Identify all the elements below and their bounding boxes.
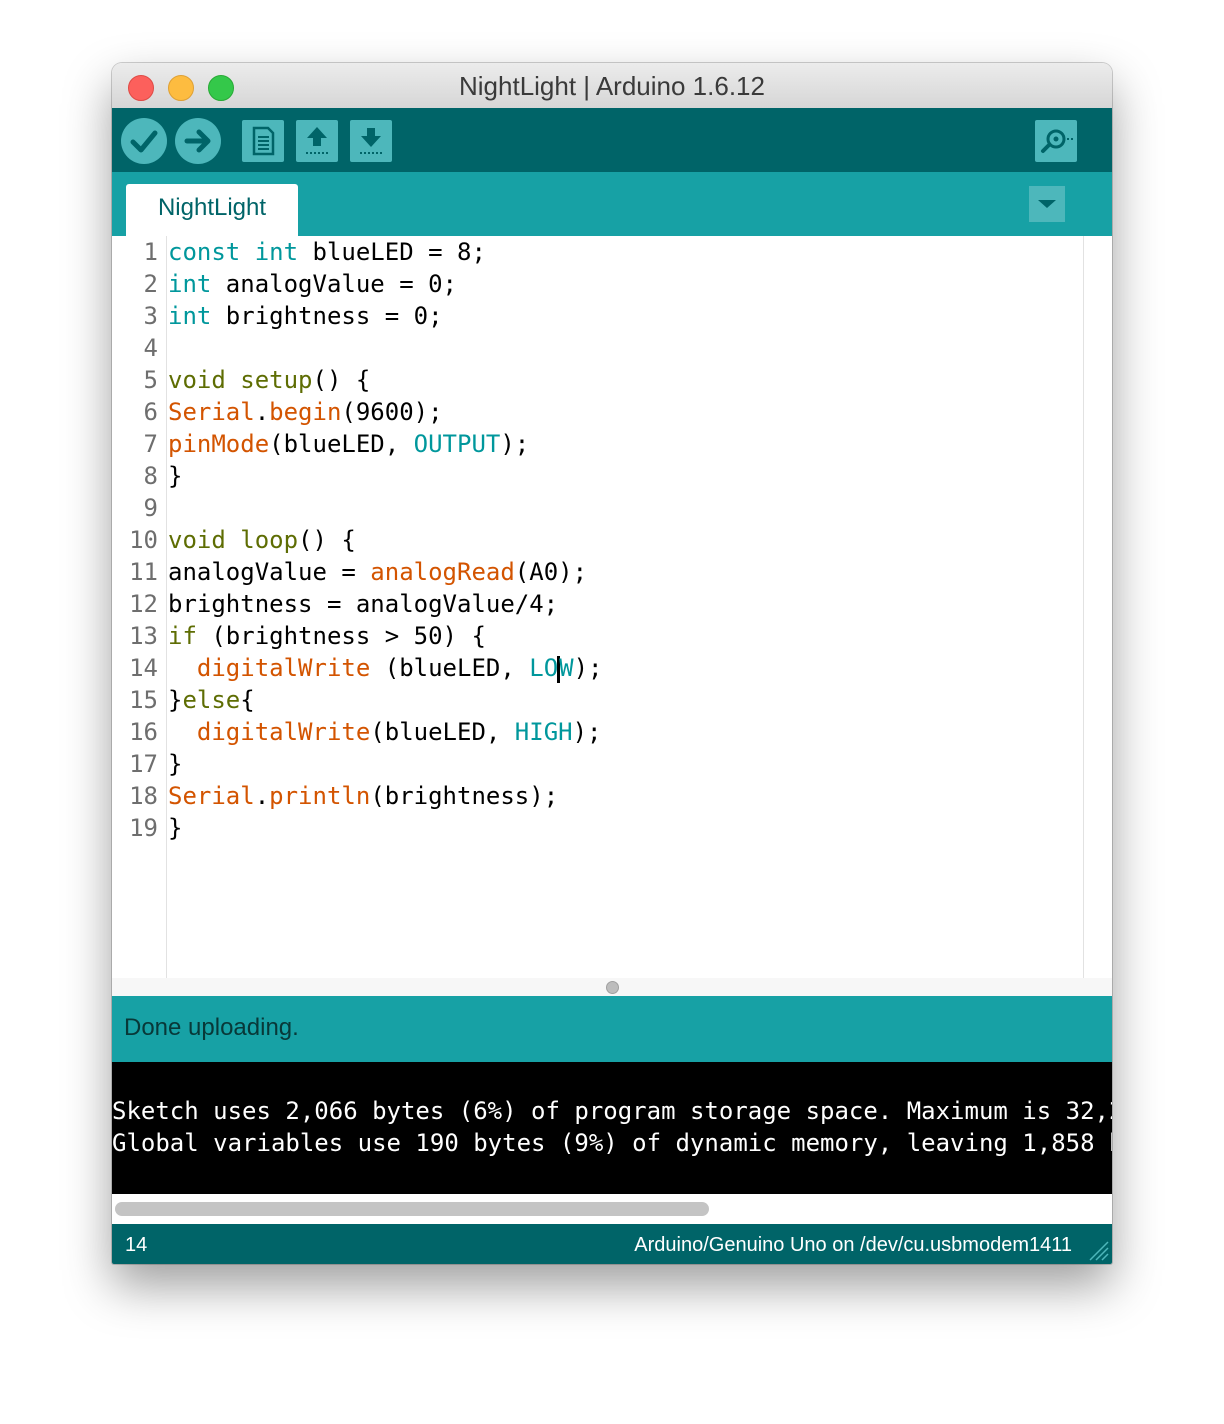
document-icon bbox=[252, 126, 275, 156]
resize-grip-icon[interactable] bbox=[1086, 1238, 1110, 1262]
splitter-handle[interactable] bbox=[606, 981, 619, 994]
window-title: NightLight | Arduino 1.6.12 bbox=[459, 71, 765, 101]
tab-nightlight[interactable]: NightLight bbox=[126, 184, 298, 236]
title-bar: NightLight | Arduino 1.6.12 bbox=[112, 63, 1112, 109]
line-number: 10 bbox=[129, 526, 158, 554]
line-number: 5 bbox=[143, 366, 158, 394]
console-line: Sketch uses 2,066 bytes (6%) of program … bbox=[112, 1097, 1112, 1125]
code-line: digitalWrite (blueLED, LOW); bbox=[196, 654, 603, 683]
current-line-number: 14 bbox=[125, 1234, 148, 1256]
code-line: const int blueLED = 8; bbox=[168, 238, 486, 266]
magnifier-icon bbox=[1041, 129, 1073, 153]
code-line: int analogValue = 0; bbox=[168, 270, 457, 298]
line-number: 2 bbox=[143, 270, 158, 298]
toolbar bbox=[112, 108, 1112, 172]
line-number: 4 bbox=[143, 334, 158, 362]
serial-monitor-button[interactable] bbox=[1035, 120, 1077, 162]
line-number: 19 bbox=[129, 814, 158, 842]
console-horizontal-scrollbar[interactable] bbox=[112, 1194, 1112, 1224]
code-line: digitalWrite(blueLED, HIGH); bbox=[196, 718, 602, 746]
code-line: void loop() { bbox=[168, 526, 356, 554]
line-number: 16 bbox=[129, 718, 158, 746]
code-line: if (brightness > 50) { bbox=[168, 622, 486, 650]
code-line: } bbox=[168, 814, 183, 842]
code-line: } bbox=[168, 462, 183, 490]
code-line: analogValue = analogRead(A0); bbox=[168, 558, 588, 586]
code-line: brightness = analogValue/4; bbox=[168, 590, 559, 618]
arrow-down-icon bbox=[360, 128, 382, 154]
code-line: } bbox=[168, 750, 183, 778]
verify-button[interactable] bbox=[121, 118, 167, 164]
line-number: 12 bbox=[129, 590, 158, 618]
code-editor[interactable]: 1 2 3 4 5 6 7 8 9 10 11 12 13 14 15 16 1… bbox=[112, 236, 1112, 978]
code-line: Serial.begin(9600); bbox=[168, 398, 443, 426]
code-line: int brightness = 0; bbox=[168, 302, 443, 330]
line-number: 6 bbox=[143, 398, 158, 426]
arrow-up-icon bbox=[306, 127, 328, 154]
output-console[interactable]: Sketch uses 2,066 bytes (6%) of program … bbox=[112, 1062, 1112, 1194]
line-number: 1 bbox=[143, 238, 158, 266]
line-number: 3 bbox=[143, 302, 158, 330]
line-number: 8 bbox=[143, 462, 158, 490]
arrow-right-icon bbox=[184, 129, 211, 153]
status-bar: Done uploading. bbox=[112, 996, 1112, 1062]
line-number: 17 bbox=[129, 750, 158, 778]
board-port-info: Arduino/Genuino Uno on /dev/cu.usbmodem1… bbox=[634, 1234, 1072, 1256]
pane-splitter[interactable] bbox=[112, 978, 1112, 996]
line-number: 11 bbox=[129, 558, 158, 586]
new-sketch-button[interactable] bbox=[242, 120, 284, 162]
scrollbar-thumb[interactable] bbox=[115, 1202, 709, 1216]
line-number: 15 bbox=[129, 686, 158, 714]
console-line: Global variables use 190 bytes (9%) of d… bbox=[112, 1129, 1112, 1157]
save-sketch-button[interactable] bbox=[350, 120, 392, 162]
open-sketch-button[interactable] bbox=[296, 120, 338, 162]
arduino-ide-window: NightLight | Arduino 1.6.12 NightLight 1… bbox=[112, 63, 1112, 1264]
code-line: }else{ bbox=[168, 686, 255, 714]
line-number: 13 bbox=[129, 622, 158, 650]
status-message: Done uploading. bbox=[124, 1014, 299, 1041]
line-number: 18 bbox=[129, 782, 158, 810]
check-icon bbox=[130, 130, 158, 153]
footer-bar: 14 Arduino/Genuino Uno on /dev/cu.usbmod… bbox=[112, 1224, 1112, 1264]
tab-menu-button[interactable] bbox=[1029, 186, 1065, 222]
tab-bar: NightLight bbox=[112, 172, 1112, 236]
line-number: 9 bbox=[143, 494, 158, 522]
editor-scrollbar-track[interactable] bbox=[1083, 236, 1084, 978]
line-number: 14 bbox=[129, 654, 158, 682]
code-line: Serial.println(brightness); bbox=[168, 782, 559, 810]
upload-button[interactable] bbox=[175, 118, 221, 164]
code-line: pinMode(blueLED, OUTPUT); bbox=[168, 430, 530, 458]
line-number: 7 bbox=[143, 430, 158, 458]
line-number-gutter: 1 2 3 4 5 6 7 8 9 10 11 12 13 14 15 16 1… bbox=[112, 236, 167, 978]
code-text-area[interactable]: const int blueLED = 8; int analogValue =… bbox=[168, 236, 1082, 978]
code-line: void setup() { bbox=[168, 366, 371, 394]
chevron-down-icon bbox=[1038, 200, 1056, 208]
